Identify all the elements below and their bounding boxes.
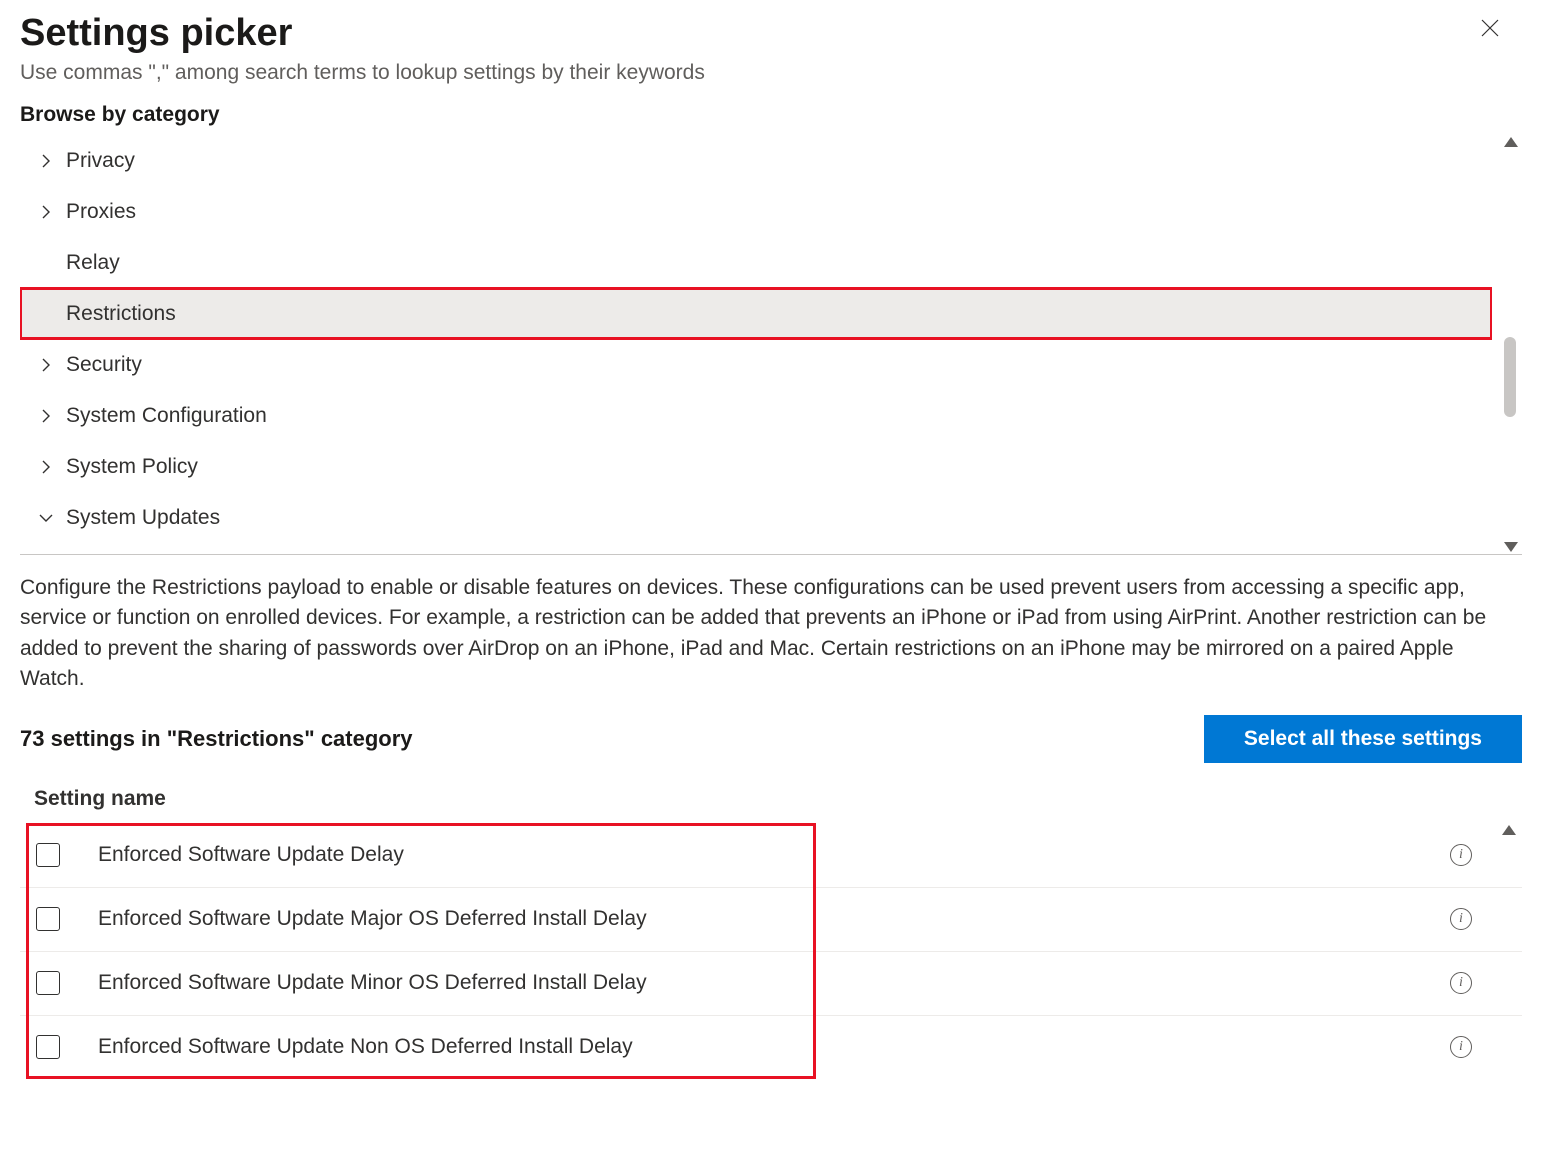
info-icon[interactable]: i [1450,1036,1472,1058]
setting-checkbox[interactable] [36,1035,60,1059]
settings-count: 73 settings in "Restrictions" category [20,726,413,752]
chevron-right-icon[interactable] [26,357,66,373]
setting-row[interactable]: Enforced Software Update Major OS Deferr… [20,887,1522,951]
category-label: System Policy [66,455,1492,479]
page-subtitle: Use commas "," among search terms to loo… [20,61,1522,85]
setting-row[interactable]: Enforced Software Update Non OS Deferred… [20,1015,1522,1079]
info-icon[interactable]: i [1450,844,1472,866]
page-title: Settings picker [20,12,292,55]
browse-label: Browse by category [20,103,1522,127]
scroll-thumb[interactable] [1504,337,1516,417]
category-label: System Configuration [66,404,1492,428]
info-icon[interactable]: i [1450,908,1472,930]
chevron-right-icon[interactable] [26,459,66,475]
category-label: Restrictions [66,302,1492,326]
category-label: Security [66,353,1492,377]
category-list-container: Privacy Proxies Relay Restrictions Security S… [20,135,1522,555]
chevron-down-icon[interactable] [26,510,66,526]
settings-scrollbar[interactable] [1502,823,1524,835]
setting-checkbox[interactable] [36,971,60,995]
category-item-system-policy[interactable]: System Policy [20,441,1492,492]
select-all-button[interactable]: Select all these settings [1204,715,1522,763]
category-item-restrictions[interactable]: Restrictions [20,288,1492,339]
category-scrollbar[interactable] [1500,135,1522,554]
setting-checkbox[interactable] [36,843,60,867]
setting-label: Enforced Software Update Non OS Deferred… [98,1035,1450,1059]
category-description: Configure the Restrictions payload to en… [20,573,1522,695]
category-list: Privacy Proxies Relay Restrictions Security S… [20,135,1492,554]
chevron-right-icon[interactable] [26,204,66,220]
settings-list: Enforced Software Update DelayiEnforced … [20,823,1522,1079]
scroll-up-icon[interactable] [1502,825,1516,835]
category-item-proxies[interactable]: Proxies [20,186,1492,237]
category-label: Relay [66,251,1492,275]
settings-list-container: Enforced Software Update DelayiEnforced … [20,823,1522,1079]
info-icon[interactable]: i [1450,972,1472,994]
close-button[interactable] [1468,12,1512,51]
setting-label: Enforced Software Update Major OS Deferr… [98,907,1450,931]
chevron-right-icon[interactable] [26,408,66,424]
category-item-security[interactable]: Security [20,339,1492,390]
setting-checkbox[interactable] [36,907,60,931]
setting-name-header: Setting name [20,777,1522,823]
category-item-privacy[interactable]: Privacy [20,135,1492,186]
setting-label: Enforced Software Update Delay [98,843,1450,867]
category-item-system-configuration[interactable]: System Configuration [20,390,1492,441]
category-item-relay[interactable]: Relay [20,237,1492,288]
setting-row[interactable]: Enforced Software Update Delayi [20,823,1522,887]
chevron-right-icon[interactable] [26,153,66,169]
close-icon [1478,16,1502,40]
category-label: System Updates [66,506,1492,530]
setting-row[interactable]: Enforced Software Update Minor OS Deferr… [20,951,1522,1015]
scroll-down-icon[interactable] [1504,542,1518,552]
category-item-system-updates[interactable]: System Updates [20,492,1492,543]
category-label: Privacy [66,149,1492,173]
category-label: Proxies [66,200,1492,224]
setting-label: Enforced Software Update Minor OS Deferr… [98,971,1450,995]
scroll-up-icon[interactable] [1504,137,1518,147]
scroll-track[interactable] [1500,147,1522,542]
